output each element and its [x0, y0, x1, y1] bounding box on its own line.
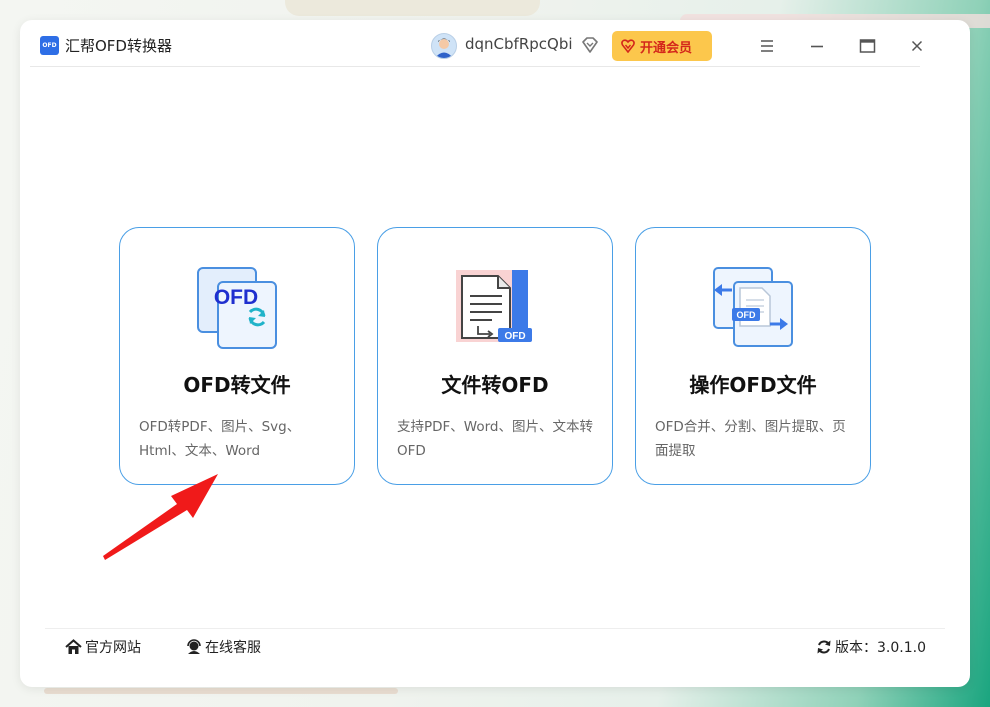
app-logo-icon: OFD: [40, 36, 59, 55]
ofd-convert-icon: OFD: [197, 267, 277, 349]
refresh-icon: [817, 640, 831, 654]
feature-title: 文件转OFD: [441, 373, 549, 397]
vip-label: 开通会员: [640, 41, 693, 56]
footer-divider: [45, 628, 945, 629]
vip-heart-icon: [621, 39, 635, 53]
menu-icon: [761, 40, 773, 52]
background-shape: [44, 688, 398, 694]
feature-card-file-to-ofd[interactable]: OFD 文件转OFD 支持PDF、Word、图片、文本转OFD: [377, 227, 613, 485]
username[interactable]: dqnCbfRpcQbi: [465, 35, 573, 53]
official-website-link[interactable]: 官方网站: [65, 637, 141, 657]
home-icon: [65, 639, 82, 654]
online-support-link[interactable]: 在线客服: [186, 637, 261, 657]
feature-description: OFD转PDF、图片、Svg、Html、文本、Word: [139, 419, 301, 459]
feature-description: OFD合并、分割、图片提取、页面提取: [655, 419, 846, 459]
official-website-label: 官方网站: [85, 640, 141, 656]
ofd-badge: OFD: [737, 310, 756, 320]
customer-service-icon: [187, 639, 201, 654]
close-button[interactable]: [903, 32, 931, 60]
app-title: 汇帮OFD转换器: [65, 37, 172, 55]
ofd-badge: OFD: [504, 331, 525, 342]
online-support-label: 在线客服: [205, 640, 261, 656]
maximize-button[interactable]: [853, 32, 881, 60]
title-bar: OFD 汇帮OFD转换器 dqnCbfRpcQbi 开通会员: [30, 24, 923, 67]
maximize-icon: [859, 39, 876, 53]
feature-card-ofd-to-file[interactable]: OFD OFD转文件 OFD转PDF、图片、Svg、Html、文本、Word: [119, 227, 355, 485]
feature-description: 支持PDF、Word、图片、文本转OFD: [397, 419, 594, 459]
diamond-icon[interactable]: [581, 37, 599, 53]
ofd-badge: OFD: [214, 286, 258, 309]
version-label: 版本：3.0.1.0: [835, 640, 926, 656]
ofd-operate-icon: OFD: [713, 267, 793, 347]
background-shape: [285, 0, 540, 16]
vip-button[interactable]: 开通会员: [612, 31, 712, 61]
menu-button[interactable]: [753, 32, 781, 60]
feature-title: 操作OFD文件: [689, 373, 817, 397]
feature-title: OFD转文件: [183, 373, 291, 397]
red-arrow-annotation: [103, 474, 218, 560]
minimize-icon: [811, 45, 823, 48]
version-info[interactable]: 版本：3.0.1.0: [816, 637, 926, 657]
feature-card-operate-ofd[interactable]: OFD 操作OFD文件 OFD合并、分割、图片提取、页面提取: [635, 227, 871, 485]
user-avatar[interactable]: [431, 33, 457, 59]
close-icon: [911, 40, 923, 52]
file-to-ofd-icon: OFD: [456, 270, 532, 342]
minimize-button[interactable]: [803, 32, 831, 60]
